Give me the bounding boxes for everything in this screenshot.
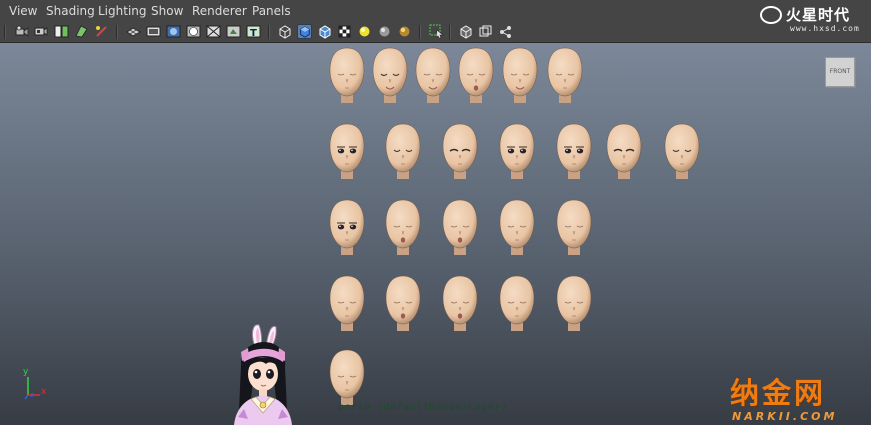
menu-panels[interactable]: Panels bbox=[252, 4, 291, 18]
narkii-watermark: 纳金网 NARKII.COM bbox=[730, 370, 865, 425]
textured-icon[interactable] bbox=[337, 24, 352, 39]
blendshape-head-smile[interactable] bbox=[502, 46, 538, 103]
menu-renderer[interactable]: Renderer bbox=[192, 4, 247, 18]
menu-shading[interactable]: Shading bbox=[46, 4, 95, 18]
xray-icon[interactable] bbox=[458, 24, 473, 39]
xray-joints-icon[interactable] bbox=[478, 24, 493, 39]
image-plane-icon[interactable] bbox=[54, 24, 69, 39]
blendshape-head-neutral-4[interactable] bbox=[556, 274, 592, 331]
axis-x-label: x bbox=[41, 387, 47, 397]
blendshape-head-mouth-o-2[interactable] bbox=[385, 274, 421, 331]
blendshape-head-eyes-closed[interactable] bbox=[385, 122, 421, 179]
camera-label: persp (defaultRenderLayer) bbox=[338, 402, 508, 413]
axis-y-label: y bbox=[23, 367, 29, 377]
toolbar-separator bbox=[419, 25, 421, 39]
blendshape-head-eyes-wide[interactable] bbox=[329, 198, 365, 255]
hxsd-logo-text: 火星时代 bbox=[786, 6, 851, 24]
view-cube[interactable]: FRONT bbox=[825, 57, 855, 87]
use-all-lights-icon[interactable] bbox=[357, 24, 372, 39]
toolbar-separator bbox=[268, 25, 270, 39]
perspective-viewport[interactable]: FRONT y x z persp (defaultRenderLayer) 纳… bbox=[0, 43, 871, 425]
blendshape-head-eyes-wink[interactable] bbox=[442, 122, 478, 179]
blendshape-head-eyes-open-calm[interactable] bbox=[499, 122, 535, 179]
toolbar-separator bbox=[4, 25, 6, 39]
grease-pencil-icon[interactable] bbox=[94, 24, 109, 39]
field-chart-icon[interactable] bbox=[206, 24, 221, 39]
blendshape-head-mouth-round[interactable] bbox=[385, 198, 421, 255]
blendshape-head-neutral[interactable] bbox=[499, 198, 535, 255]
menu-lighting[interactable]: Lighting bbox=[98, 4, 147, 18]
blendshape-head-eyes-open[interactable] bbox=[329, 122, 365, 179]
blendshape-head-blank[interactable] bbox=[329, 46, 365, 103]
watermark-url-text: NARKII.COM bbox=[732, 410, 838, 423]
toolbar-separator bbox=[116, 25, 118, 39]
toolbar-separator bbox=[449, 25, 451, 39]
panel-toolbar: T bbox=[0, 22, 871, 43]
blendshape-head-blank-3[interactable] bbox=[329, 348, 365, 405]
wireframe-icon[interactable] bbox=[277, 24, 292, 39]
grid-icon[interactable] bbox=[126, 24, 141, 39]
blendshape-head-eyes-angry[interactable] bbox=[556, 122, 592, 179]
axis-indicator: y x z bbox=[20, 367, 60, 403]
smooth-shade-icon[interactable] bbox=[297, 24, 312, 39]
wireframe-on-shaded-icon[interactable] bbox=[317, 24, 332, 39]
blendshape-head-smile-open[interactable] bbox=[415, 46, 451, 103]
xray-components-icon[interactable] bbox=[498, 24, 513, 39]
blendshape-head-neutral-2[interactable] bbox=[556, 198, 592, 255]
bookmark-icon[interactable] bbox=[33, 24, 48, 39]
isolate-select-icon[interactable] bbox=[429, 24, 444, 39]
maya-viewport-window: View Shading Lighting Show Renderer Pane… bbox=[0, 0, 871, 425]
gate-mask-icon[interactable] bbox=[186, 24, 201, 39]
menu-view[interactable]: View bbox=[9, 4, 37, 18]
blendshape-head-closed-smile[interactable] bbox=[372, 46, 408, 103]
2d-pan-zoom-icon[interactable] bbox=[74, 24, 89, 39]
menu-show[interactable]: Show bbox=[151, 4, 183, 18]
camera-attributes-icon[interactable] bbox=[14, 24, 29, 39]
panel-menubar: View Shading Lighting Show Renderer Pane… bbox=[0, 0, 871, 22]
svg-text:T: T bbox=[250, 28, 257, 39]
film-gate-icon[interactable] bbox=[146, 24, 161, 39]
watermark-main-text: 纳金网 bbox=[730, 376, 827, 410]
shadows-icon[interactable] bbox=[377, 24, 392, 39]
blendshape-head-mouth-open-2[interactable] bbox=[442, 274, 478, 331]
resolution-gate-icon[interactable] bbox=[166, 24, 181, 39]
blendshape-head-eyes-happy-closed[interactable] bbox=[664, 122, 700, 179]
ambient-occlusion-icon[interactable] bbox=[397, 24, 412, 39]
blendshape-head-mouth-o[interactable] bbox=[458, 46, 494, 103]
safe-title-icon[interactable]: T bbox=[246, 24, 261, 39]
blendshape-head-calm[interactable] bbox=[547, 46, 583, 103]
hxsd-logo-url: www.hxsd.com bbox=[790, 24, 860, 33]
axis-z-label: z bbox=[30, 391, 34, 399]
hxsd-logo-icon bbox=[760, 6, 782, 24]
blendshape-head-mouth-o-small[interactable] bbox=[442, 198, 478, 255]
blendshape-head-eyes-squint[interactable] bbox=[606, 122, 642, 179]
blendshape-head-blank-2[interactable] bbox=[329, 274, 365, 331]
view-cube-label: FRONT bbox=[829, 68, 851, 75]
safe-action-icon[interactable] bbox=[226, 24, 241, 39]
hxsd-logo: 火星时代 www.hxsd.com bbox=[760, 4, 870, 36]
blendshape-head-neutral-3[interactable] bbox=[499, 274, 535, 331]
character-model[interactable] bbox=[222, 321, 304, 425]
